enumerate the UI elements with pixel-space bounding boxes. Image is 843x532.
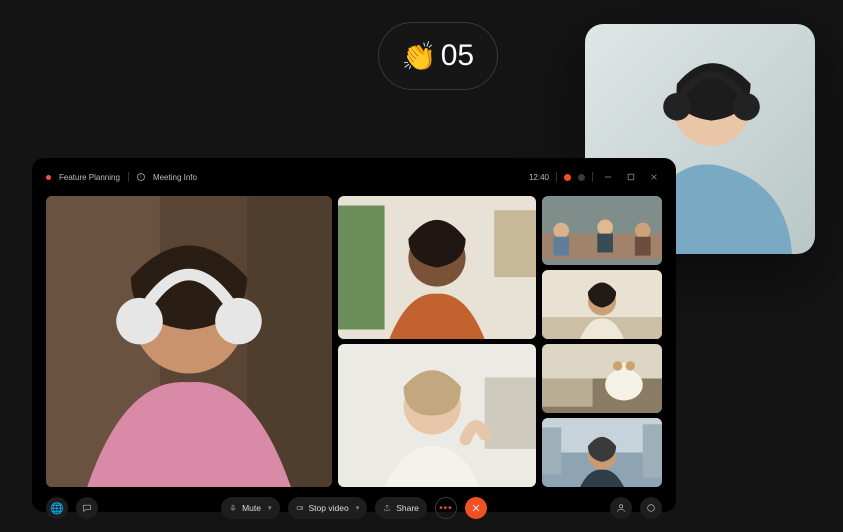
meeting-title: Feature Planning bbox=[59, 173, 120, 182]
person-icon bbox=[616, 503, 626, 513]
chevron-down-icon[interactable]: ▾ bbox=[356, 504, 360, 512]
participant-avatar bbox=[542, 344, 662, 413]
participant-avatar bbox=[542, 418, 662, 487]
chat-bubble-icon bbox=[646, 503, 656, 513]
chat-icon bbox=[82, 503, 92, 513]
meeting-info-label[interactable]: Meeting Info bbox=[153, 173, 197, 182]
share-label: Share bbox=[396, 503, 419, 513]
stop-video-button[interactable]: Stop video ▾ bbox=[288, 497, 368, 519]
info-icon[interactable]: i bbox=[137, 173, 145, 181]
video-tile-speaker[interactable] bbox=[46, 196, 332, 487]
window-minimize-button[interactable] bbox=[600, 170, 616, 184]
meeting-control-bar: 🌐 Mute ▾ Stop video ▾ Share ••• bbox=[46, 497, 662, 519]
participant-avatar bbox=[46, 196, 332, 487]
meeting-window: Feature Planning i Meeting Info 12:40 bbox=[32, 158, 676, 512]
mute-label: Mute bbox=[242, 503, 261, 513]
video-tile[interactable] bbox=[338, 196, 536, 339]
video-grid bbox=[46, 196, 662, 487]
participant-avatar bbox=[542, 270, 662, 339]
reactions-button[interactable]: 🌐 bbox=[46, 497, 68, 519]
end-call-button[interactable] bbox=[465, 497, 487, 519]
video-tile[interactable] bbox=[338, 344, 536, 487]
divider bbox=[592, 172, 593, 182]
more-options-button[interactable]: ••• bbox=[435, 497, 457, 519]
camera-icon bbox=[296, 504, 304, 512]
stop-video-label: Stop video bbox=[309, 503, 349, 513]
mute-button[interactable]: Mute ▾ bbox=[221, 497, 279, 519]
globe-icon: 🌐 bbox=[50, 502, 64, 515]
share-button[interactable]: Share bbox=[375, 497, 427, 519]
close-icon bbox=[471, 503, 481, 513]
share-icon bbox=[383, 504, 391, 512]
window-maximize-button[interactable] bbox=[623, 170, 639, 184]
meeting-clock: 12:40 bbox=[529, 173, 549, 182]
participants-button[interactable] bbox=[610, 497, 632, 519]
video-tile[interactable] bbox=[542, 196, 662, 265]
meeting-titlebar: Feature Planning i Meeting Info 12:40 bbox=[46, 170, 662, 184]
ellipsis-icon: ••• bbox=[439, 503, 453, 514]
video-tile[interactable] bbox=[542, 270, 662, 339]
divider bbox=[556, 172, 557, 182]
reaction-count-value: 05 bbox=[441, 39, 474, 73]
participant-avatar bbox=[542, 196, 662, 265]
divider bbox=[128, 172, 129, 182]
panel-button[interactable] bbox=[640, 497, 662, 519]
chevron-down-icon[interactable]: ▾ bbox=[268, 504, 272, 512]
record-indicator-icon[interactable] bbox=[564, 174, 571, 181]
reaction-count-pill: 👏 05 bbox=[378, 22, 498, 90]
live-indicator-icon bbox=[46, 175, 51, 180]
video-tile[interactable] bbox=[542, 344, 662, 413]
participant-avatar bbox=[338, 196, 536, 339]
status-indicator-icon[interactable] bbox=[578, 174, 585, 181]
window-close-button[interactable] bbox=[646, 170, 662, 184]
video-tile[interactable] bbox=[542, 418, 662, 487]
microphone-icon bbox=[229, 504, 237, 512]
participant-avatar bbox=[338, 344, 536, 487]
chat-button[interactable] bbox=[76, 497, 98, 519]
clap-emoji-icon: 👏 bbox=[402, 40, 437, 73]
